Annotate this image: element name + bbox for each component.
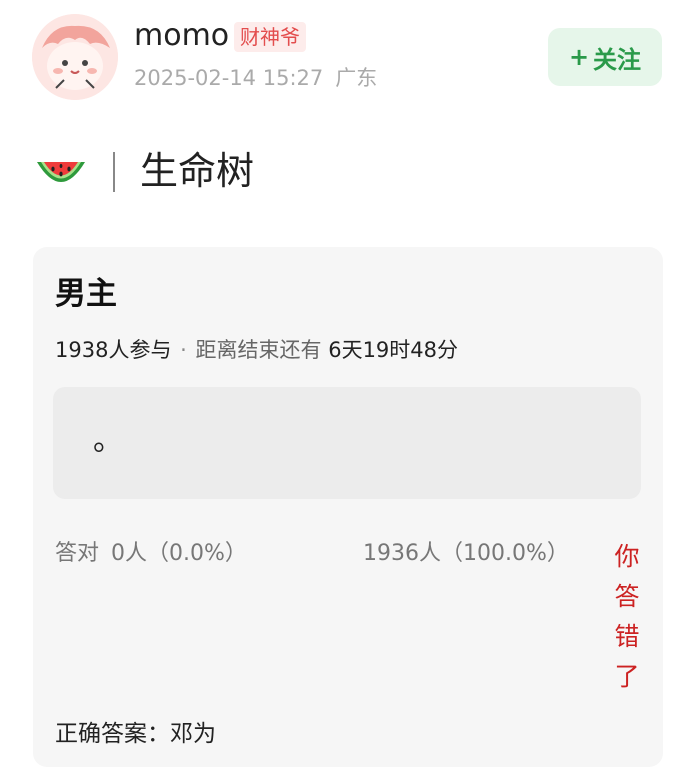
post-meta: 2025-02-14 15:27 广东 [134,64,377,92]
post-page: momo 财神爷 2025-02-14 15:27 广东 + 关注 生命树 男主 1… [0,0,690,772]
post-location: 广东 [335,66,378,90]
follow-label: 关注 [593,45,642,74]
topic-divider [113,152,115,192]
correct-stat: 答对 0人（0.0%） [55,539,247,569]
post-timestamp: 2025-02-14 15:27 [134,66,324,90]
countdown-label: 距离结束还有 [195,338,322,362]
wrong-answer-tag: 你答错了 [614,542,640,691]
follow-button[interactable]: + 关注 [548,28,662,86]
answer-option-text: 。 [93,423,123,458]
meta-separator: · [180,338,187,362]
countdown-value: 6天19时48分 [328,338,459,362]
username[interactable]: momo [134,17,229,55]
topic-title[interactable]: 生命树 [140,146,254,196]
avatar[interactable] [32,14,118,100]
quiz-title: 男主 [55,276,117,312]
correct-stat-value: 0人（0.0%） [111,541,247,566]
quiz-meta: 1938人参与 · 距离结束还有 6天19时48分 [55,335,458,365]
avatar-image [32,14,118,100]
correct-stat-label: 答对 [55,541,100,566]
plus-icon: + [568,43,590,71]
user-badge: 财神爷 [234,22,306,52]
quiz-card: 男主 1938人参与 · 距离结束还有 6天19时48分 。 答对 0人（0.0%… [33,247,663,767]
wrong-stat: 1936人（100.0%） [363,541,569,566]
answer-option[interactable]: 。 [53,387,641,499]
participant-count: 1938人参与 [55,338,172,362]
correct-answer: 正确答案：邓为 [55,721,216,747]
watermelon-icon [34,148,88,196]
